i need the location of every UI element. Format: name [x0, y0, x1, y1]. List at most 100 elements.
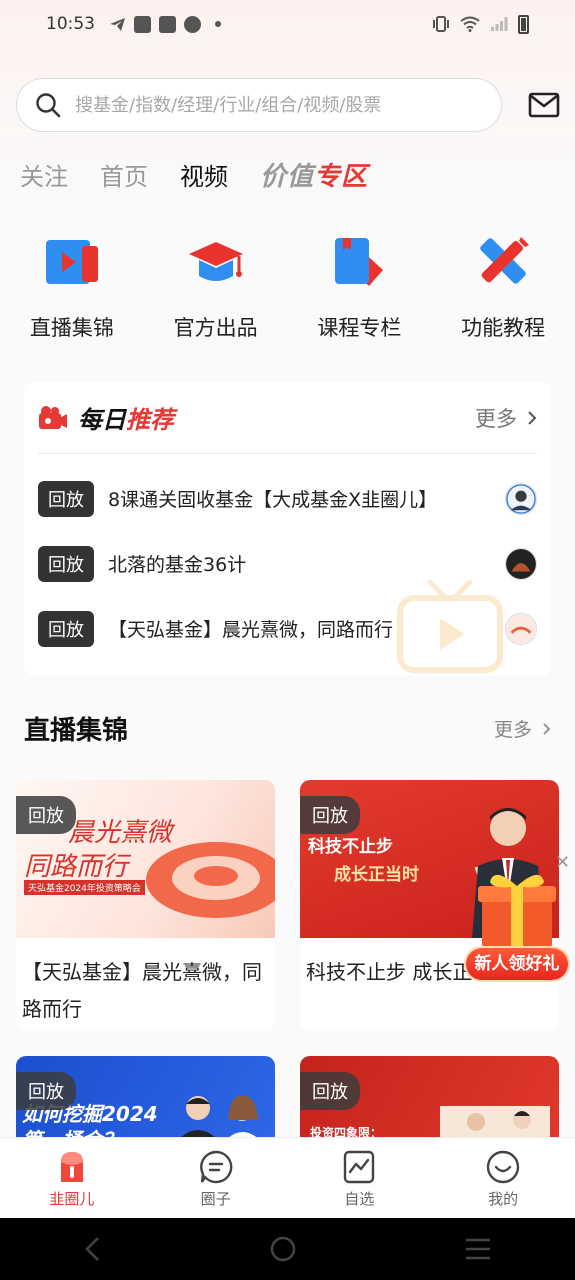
replay-tag: 回放	[38, 480, 94, 517]
gift-label: 新人领好礼	[466, 948, 568, 980]
daily-title-part1: 每日	[78, 406, 126, 434]
chart-card-icon	[344, 1150, 375, 1184]
nav-label: 圈子	[200, 1190, 231, 1208]
search-input[interactable]	[75, 94, 455, 116]
ruler-pencil-icon	[471, 230, 535, 294]
video-card[interactable]: 如何挖掘2024 第一桶金？ 回放	[16, 1056, 275, 1137]
quick-link-course[interactable]: 课程专栏	[288, 230, 432, 342]
quick-link-label: 直播集锦	[29, 316, 114, 340]
live-section-title: 直播集锦	[24, 716, 129, 746]
tv-watermark-icon	[397, 579, 503, 673]
chat-bubble-icon	[199, 1150, 232, 1184]
vibrate-icon	[433, 16, 449, 32]
daily-recommend-header: 每日推荐 更多	[38, 382, 537, 454]
nav-watchlist[interactable]: 自选	[288, 1138, 432, 1218]
video-card[interactable]: 投资四象限： 回放	[300, 1056, 559, 1137]
list-item[interactable]: 回放 8课通关固收基金【大成基金X韭圈儿】	[38, 466, 537, 531]
camera-icon	[39, 405, 67, 429]
tab-value-zone[interactable]: 价值专区	[260, 156, 368, 193]
replay-badge: 回放	[300, 1072, 360, 1110]
replay-badge: 回放	[16, 1072, 76, 1110]
live-more-link[interactable]: 更多	[494, 715, 551, 742]
avatar	[505, 547, 537, 580]
thumbnail-text: 晨光熹微	[68, 818, 173, 848]
tab-value-zone-part1: 价值	[260, 162, 315, 192]
nav-circle[interactable]: 圈子	[144, 1138, 288, 1218]
nav-label: 韭圈儿	[49, 1190, 95, 1208]
chevron-right-icon	[528, 410, 537, 425]
tab-video[interactable]: 视频	[180, 157, 228, 192]
avatar	[505, 612, 537, 645]
tab-value-zone-part2: 专区	[314, 162, 369, 192]
replay-badge: 回放	[16, 796, 76, 834]
thumbnail-text: 投资四象限：	[310, 1126, 383, 1137]
thumbnail-text: 成长正当时	[334, 865, 419, 885]
chevron-right-icon	[543, 722, 551, 735]
thumbnail-text: 科技不止步	[308, 837, 393, 857]
search-bar[interactable]	[16, 78, 502, 132]
replay-badge: 回放	[300, 796, 360, 834]
search-row	[16, 78, 561, 132]
thumbnail-text: 第一桶金？	[22, 1124, 122, 1137]
quick-link-live[interactable]: 直播集锦	[0, 230, 144, 342]
replay-tag: 回放	[38, 545, 94, 582]
status-time: 10:53	[46, 14, 95, 34]
mail-icon	[528, 92, 560, 118]
avatar	[505, 482, 537, 515]
video-thumbnail: 投资四象限： 回放	[300, 1056, 559, 1137]
notification-icons	[109, 15, 221, 33]
thumbnail-subtext: 天弘基金2024年投资策略会	[24, 880, 145, 895]
quick-link-label: 功能教程	[461, 316, 546, 340]
gift-box-icon	[478, 874, 556, 948]
book-icon	[327, 230, 391, 294]
video-card-title: 【天弘基金】晨光熹微，同路而行	[22, 960, 262, 1021]
message-button[interactable]	[527, 88, 561, 122]
daily-title-part2: 推荐	[126, 406, 174, 434]
tab-follow[interactable]: 关注	[20, 157, 68, 192]
back-icon[interactable]	[83, 1236, 103, 1262]
bottom-nav: 韭圈儿 圈子 自选 我的	[0, 1137, 575, 1218]
newbie-gift-widget[interactable]: 新人领好礼	[464, 870, 570, 982]
quick-link-official[interactable]: 官方出品	[144, 230, 288, 342]
daily-recommend-title: 每日推荐	[78, 400, 174, 435]
top-tabs: 关注 首页 视频 价值专区	[20, 156, 400, 193]
battery-icon	[518, 14, 529, 34]
system-nav-bar	[0, 1218, 575, 1280]
presenter-photo	[440, 1106, 550, 1137]
live-video-icon	[40, 230, 104, 294]
search-icon	[36, 93, 61, 118]
video-card[interactable]: 晨光熹微 同路而行 天弘基金2024年投资策略会 回放 【天弘基金】晨光熹微，同…	[16, 780, 275, 1031]
smile-face-icon	[486, 1150, 520, 1184]
more-notifications-dot	[215, 21, 221, 27]
list-item-title: 北落的基金36计	[108, 554, 247, 576]
status-bar: 10:53	[0, 0, 575, 48]
video-thumbnail: 晨光熹微 同路而行 天弘基金2024年投资策略会 回放	[16, 780, 275, 938]
daily-recommend-card: 每日推荐 更多 回放 8课通关固收基金【大成基金X韭圈儿】 回放 北落的基金36…	[24, 382, 551, 676]
video-thumbnail: 如何挖掘2024 第一桶金？ 回放	[16, 1056, 275, 1137]
nav-profile[interactable]: 我的	[431, 1138, 575, 1218]
wifi-icon	[460, 16, 480, 32]
nav-home[interactable]: 韭圈儿	[0, 1138, 144, 1218]
quick-links: 直播集锦 官方出品 课程专栏 功能教程	[0, 230, 575, 342]
list-item-title: 8课通关固收基金【大成基金X韭圈儿】	[108, 489, 438, 511]
graduation-cap-icon	[184, 230, 248, 294]
quick-link-tutorial[interactable]: 功能教程	[431, 230, 575, 342]
quick-link-label: 课程专栏	[317, 316, 402, 340]
quick-link-label: 官方出品	[173, 316, 258, 340]
replay-tag: 回放	[38, 610, 94, 647]
telegram-icon	[110, 17, 125, 31]
live-more-label: 更多	[493, 719, 532, 741]
thumbnail-text: 同路而行	[24, 852, 129, 882]
nav-label: 自选	[344, 1190, 375, 1208]
tab-home[interactable]: 首页	[100, 157, 148, 192]
nav-label: 我的	[488, 1190, 519, 1208]
live-section-header: 直播集锦 更多	[24, 710, 551, 747]
signal-icon	[491, 17, 508, 31]
app-notification-icon	[159, 15, 176, 33]
daily-more-link[interactable]: 更多	[475, 403, 537, 433]
home-circle-icon[interactable]	[269, 1235, 297, 1263]
presenter-photo	[181, 1095, 258, 1137]
jiuquaner-logo-icon	[60, 1152, 83, 1182]
daily-more-label: 更多	[475, 406, 517, 431]
recent-apps-icon[interactable]	[464, 1237, 492, 1261]
